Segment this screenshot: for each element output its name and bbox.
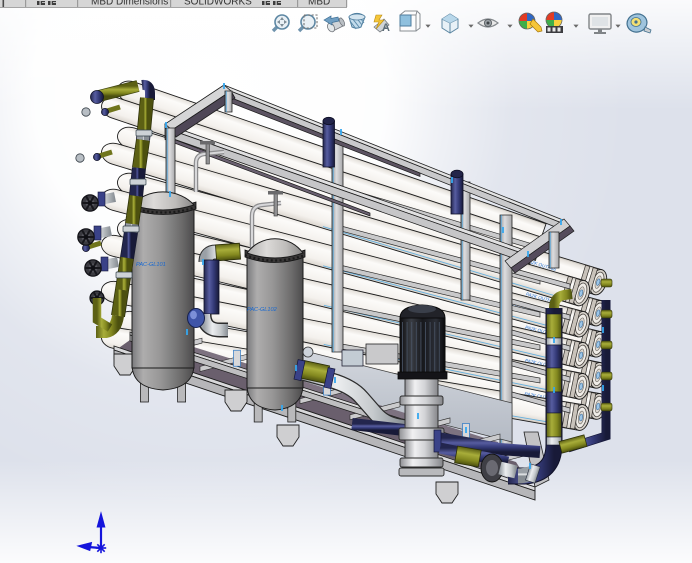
svg-text:SOLIDWORKS: SOLIDWORKS [184,0,252,8]
svg-text:A: A [382,22,390,34]
svg-text:PAC-GL102: PAC-GL102 [247,307,278,313]
svg-text:MBD Dimensions: MBD Dimensions [91,0,168,8]
svg-text:MBD: MBD [308,0,330,8]
svg-text:PAC-GL101: PAC-GL101 [136,262,166,268]
